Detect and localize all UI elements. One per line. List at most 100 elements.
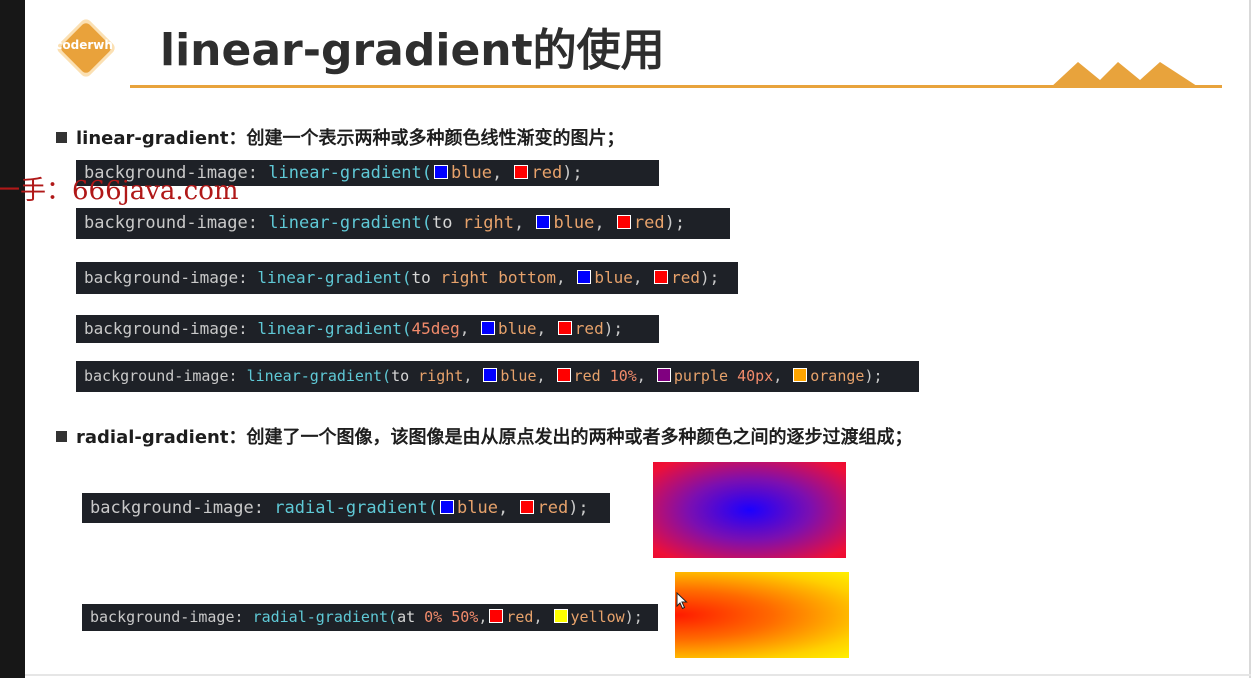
blue-swatch (440, 500, 455, 514)
red-swatch (489, 609, 504, 623)
code-function: linear-gradient( (257, 268, 412, 287)
code-comma: , (463, 367, 473, 385)
code-value-right: right (462, 213, 514, 233)
code-close: ); (562, 163, 583, 183)
blue-swatch (577, 270, 592, 284)
code-comma: , (536, 319, 547, 338)
code-comma: , (773, 367, 783, 385)
red-swatch (520, 500, 535, 514)
code-function: linear-gradient( (246, 367, 392, 385)
code-comma: , (459, 319, 470, 338)
blue-swatch (536, 215, 551, 229)
code-value-red: red (633, 213, 665, 233)
code-property: background-image: (84, 319, 248, 338)
code-function: radial-gradient( (252, 608, 398, 626)
code-value-red: red (573, 367, 601, 385)
code-keyword-at: at (397, 608, 416, 626)
code-value-blue: blue (500, 367, 537, 385)
code-comma: , (533, 608, 543, 626)
code-value-blue: blue (594, 268, 633, 287)
code-line-radial-2: background-image: radial-gradient(at 0% … (82, 604, 658, 631)
radial-gradient-description: radial-gradient：创建了一个图像，该图像是由从原点发出的两种或者多… (76, 427, 913, 448)
code-line-linear-2: background-image: linear-gradient(to rig… (76, 208, 730, 239)
code-keyword-to: to (432, 213, 453, 233)
linear-gradient-heading: linear-gradient：创建一个表示两种或多种颜色线性渐变的图片； (56, 124, 624, 150)
page-title: linear-gradient的使用 (160, 25, 665, 76)
blue-swatch (480, 321, 495, 335)
purple-swatch (656, 368, 671, 382)
code-keyword-to: to (391, 367, 410, 385)
watermark: 一手：666java.com (0, 176, 239, 206)
code-value-right: right (440, 268, 489, 287)
code-value-10pct: 10% (609, 367, 637, 385)
red-swatch (557, 321, 572, 335)
red-swatch (654, 270, 669, 284)
code-value-deg: 45deg (411, 319, 460, 338)
mouse-cursor-icon (676, 592, 688, 610)
code-property: background-image: (84, 367, 238, 385)
radial-gradient-demo-blue-red (653, 462, 846, 558)
code-comma: , (491, 163, 503, 183)
code-value-yellow: yellow (570, 608, 625, 626)
code-close: ); (664, 213, 686, 233)
code-function: linear-gradient( (268, 213, 433, 233)
code-value-right: right (418, 367, 464, 385)
code-property: background-image: (84, 268, 248, 287)
code-value-red: red (574, 319, 604, 338)
radial-gradient-demo-red-yellow (675, 572, 849, 658)
code-line-linear-4: background-image: linear-gradient(45deg,… (76, 315, 659, 343)
code-property: background-image: (90, 608, 244, 626)
code-value-50pct: 50% (451, 608, 479, 626)
code-function: linear-gradient( (268, 163, 433, 183)
code-comma: , (513, 213, 525, 233)
code-line-radial-1: background-image: radial-gradient(blue, … (82, 493, 610, 523)
code-close: ); (864, 367, 883, 385)
code-close: ); (568, 498, 589, 518)
code-value-blue: blue (497, 319, 537, 338)
bullet-icon (56, 431, 67, 442)
code-close: ); (624, 608, 643, 626)
bottom-rule (25, 674, 1251, 676)
logo-text: coderwhy (55, 38, 121, 52)
code-value-blue: blue (457, 498, 498, 518)
code-value-40px: 40px (737, 367, 774, 385)
mountain-decoration (1050, 62, 1200, 88)
orange-swatch (793, 368, 808, 382)
code-value-red: red (506, 608, 534, 626)
code-function: linear-gradient( (257, 319, 412, 338)
code-line-linear-3: background-image: linear-gradient(to rig… (76, 262, 738, 294)
code-value-0pct: 0% (424, 608, 443, 626)
code-property: background-image: (90, 498, 264, 518)
radial-gradient-heading: radial-gradient：创建了一个图像，该图像是由从原点发出的两种或者多… (56, 423, 912, 449)
code-comma: , (636, 367, 646, 385)
bullet-icon (56, 132, 67, 143)
code-close: ); (700, 268, 720, 287)
code-keyword-to: to (411, 268, 431, 287)
code-close: ); (603, 319, 623, 338)
red-swatch (514, 165, 529, 179)
code-comma: , (536, 367, 546, 385)
code-value-red: red (531, 163, 563, 183)
code-comma: , (556, 268, 566, 287)
code-value-orange: orange (810, 367, 865, 385)
code-value-red: red (537, 498, 569, 518)
yellow-swatch (553, 609, 568, 623)
code-value-red: red (671, 268, 701, 287)
code-value-bottom: bottom (498, 268, 557, 287)
linear-gradient-description: linear-gradient：创建一个表示两种或多种颜色线性渐变的图片； (76, 128, 625, 149)
code-comma: , (478, 608, 488, 626)
red-swatch (616, 215, 631, 229)
code-value-blue: blue (451, 163, 492, 183)
code-value-blue: blue (553, 213, 595, 233)
code-function: radial-gradient( (274, 498, 439, 518)
code-line-linear-5: background-image: linear-gradient(to rig… (76, 361, 919, 392)
red-swatch (556, 368, 571, 382)
code-property: background-image: (84, 213, 258, 233)
blue-swatch (434, 165, 449, 179)
code-value-purple: purple (673, 367, 729, 385)
left-dark-bar (0, 0, 25, 678)
blue-swatch (483, 368, 498, 382)
code-comma: , (594, 213, 605, 233)
code-comma: , (497, 498, 509, 518)
code-comma: , (632, 268, 643, 287)
